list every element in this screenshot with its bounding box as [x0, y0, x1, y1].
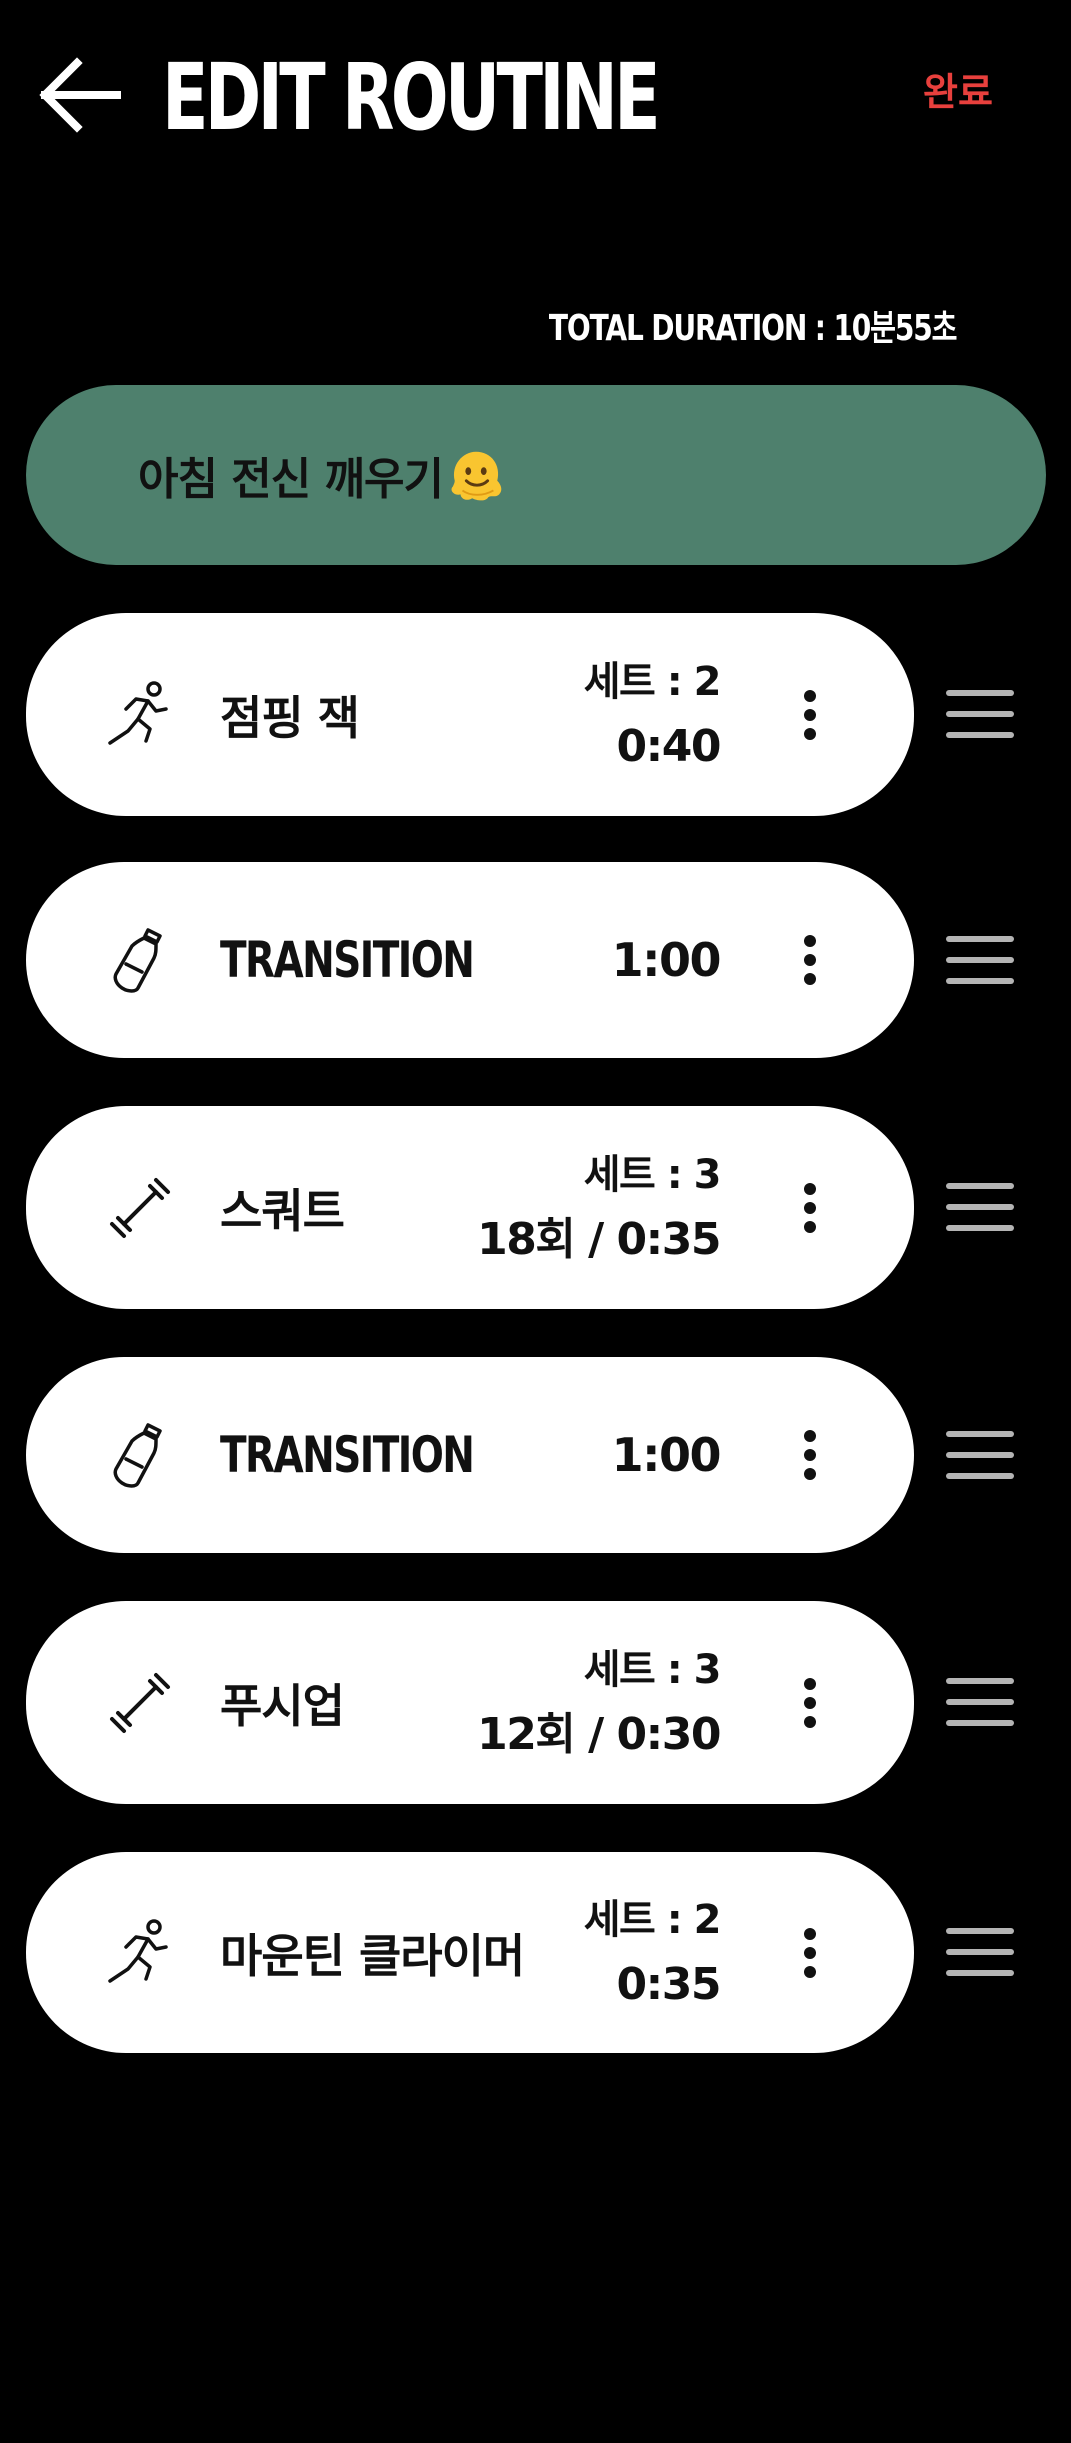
drag-handle[interactable] — [946, 1431, 1014, 1479]
exercise-sets: 세트 : 3 — [583, 1646, 722, 1693]
exercise-name: 점핑 잭 — [220, 690, 360, 745]
drag-handle[interactable] — [946, 1928, 1014, 1976]
exercise-card-squat[interactable]: 스쿼트 세트 : 3 18회 / 0:35 — [26, 1106, 914, 1309]
dumbbell-icon — [110, 1177, 170, 1238]
more-options-button[interactable] — [784, 675, 836, 755]
routine-name: 아침 전신 깨우기 — [138, 454, 444, 505]
water-bottle-icon — [113, 928, 162, 993]
back-button[interactable] — [34, 50, 124, 140]
drag-handle[interactable] — [946, 690, 1014, 738]
exercise-detail: 0:40 — [616, 720, 722, 772]
done-button[interactable]: 완료 — [918, 66, 998, 118]
more-options-button[interactable] — [784, 1415, 836, 1495]
page-title: EDIT ROUTINE — [162, 44, 661, 151]
more-options-button[interactable] — [784, 1913, 836, 1993]
exercise-card-transition[interactable]: TRANSITION 1:00 — [26, 862, 914, 1058]
exercise-detail: 18회 / 0:35 — [477, 1213, 721, 1265]
exercise-info: 세트 : 3 18회 / 0:35 — [477, 1143, 722, 1273]
exercise-detail: 12회 / 0:30 — [477, 1708, 721, 1760]
exercise-sets: 세트 : 3 — [583, 1151, 722, 1198]
dumbbell-icon — [110, 1672, 170, 1733]
exercise-card-pushup[interactable]: 푸시업 세트 : 3 12회 / 0:30 — [26, 1601, 914, 1804]
exercise-sets: 세트 : 2 — [583, 658, 722, 705]
running-person-icon — [108, 680, 168, 745]
exercise-detail: 1:00 — [611, 1428, 722, 1482]
total-duration: TOTAL DURATION : 10분55초 — [548, 308, 958, 349]
more-options-button[interactable] — [784, 920, 836, 1000]
exercise-name: 푸시업 — [220, 1678, 345, 1733]
running-person-icon — [108, 1918, 168, 1983]
exercise-card-mountain-climber[interactable]: 마운틴 클라이머 세트 : 2 0:35 — [26, 1852, 914, 2053]
exercise-card-jumping-jack[interactable]: 점핑 잭 세트 : 2 0:40 — [26, 613, 914, 816]
arrow-left-icon — [39, 57, 121, 133]
melting-face-emoji-icon — [451, 451, 502, 501]
more-options-button[interactable] — [784, 1168, 836, 1248]
exercise-info: 세트 : 2 0:35 — [583, 1888, 722, 2018]
exercise-name: 마운틴 클라이머 — [220, 1928, 525, 1983]
exercise-name: TRANSITION — [220, 1426, 475, 1484]
drag-handle[interactable] — [946, 936, 1014, 984]
water-bottle-icon — [113, 1423, 162, 1488]
routine-name-field[interactable]: 아침 전신 깨우기 — [26, 385, 1046, 565]
drag-handle[interactable] — [946, 1183, 1014, 1231]
exercise-info: 1:00 — [611, 927, 722, 993]
exercise-name: TRANSITION — [220, 931, 475, 989]
exercise-detail: 1:00 — [611, 933, 722, 987]
exercise-name: 스쿼트 — [220, 1183, 345, 1238]
exercise-info: 세트 : 2 0:40 — [583, 650, 722, 780]
exercise-card-transition[interactable]: TRANSITION 1:00 — [26, 1357, 914, 1553]
exercise-info: 세트 : 3 12회 / 0:30 — [477, 1638, 722, 1768]
exercise-detail: 0:35 — [616, 1958, 722, 2010]
edit-routine-screen: EDIT ROUTINE 완료 TOTAL DURATION : 10분55초 … — [0, 0, 1071, 2443]
exercise-sets: 세트 : 2 — [583, 1896, 722, 1943]
more-options-button[interactable] — [784, 1663, 836, 1743]
drag-handle[interactable] — [946, 1678, 1014, 1726]
exercise-info: 1:00 — [611, 1422, 722, 1488]
